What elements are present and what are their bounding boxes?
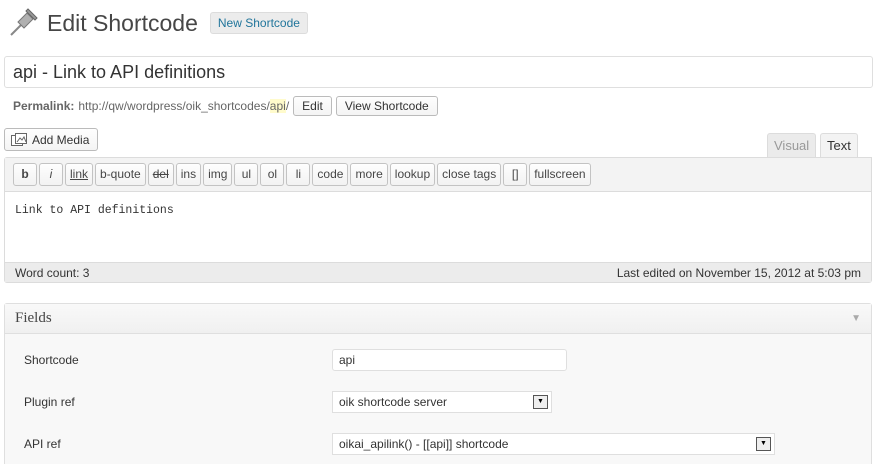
permalink-row: Permalink: http://qw/wordpress/oik_short…	[13, 95, 438, 117]
permalink-label: Permalink:	[13, 99, 75, 113]
new-shortcode-button[interactable]: New Shortcode	[209, 12, 308, 34]
add-media-button[interactable]: Add Media	[4, 128, 99, 151]
triangle-down-icon[interactable]: ▼	[851, 313, 861, 324]
shortcode-label: Shortcode	[24, 353, 79, 367]
ins-button[interactable]: ins	[175, 163, 202, 186]
tab-text[interactable]: Text	[820, 133, 858, 159]
api-ref-row: API ref oikai_apilink() - [[api]] shortc…	[24, 433, 775, 455]
editor-status-bar: Word count: 3 Last edited on November 15…	[5, 262, 871, 282]
permalink-base: http://qw/wordpress/oik_shortcodes/	[78, 99, 270, 113]
pushpin-icon	[6, 6, 40, 40]
permalink-url[interactable]: http://qw/wordpress/oik_shortcodes/api/	[78, 99, 289, 113]
code-button[interactable]: code	[312, 163, 349, 186]
media-icon	[11, 132, 27, 147]
lookup-button[interactable]: lookup	[389, 163, 436, 186]
plugin-ref-value: oik shortcode server	[339, 395, 448, 409]
permalink-trailing: /	[285, 99, 290, 113]
select-arrow-icon[interactable]: ▼	[533, 395, 548, 409]
edit-permalink-button[interactable]: Edit	[293, 96, 332, 116]
blockquote-button[interactable]: b-quote	[95, 163, 146, 186]
last-edited: Last edited on November 15, 2012 at 5:03…	[616, 265, 861, 280]
title-input[interactable]: api - Link to API definitions	[4, 56, 873, 88]
content-editor: b i link b-quote del ins img ul ol li co…	[4, 157, 872, 283]
link-button[interactable]: link	[65, 163, 94, 186]
shortcode-field-row: Shortcode api	[24, 349, 567, 371]
fullscreen-button[interactable]: fullscreen	[529, 163, 591, 186]
bold-button[interactable]: b	[13, 163, 37, 186]
shortcode-input[interactable]: api	[332, 349, 567, 371]
permalink-slug: api	[269, 99, 286, 113]
fields-metabox: Fields ▼ Shortcode api Plugin ref oik sh…	[4, 303, 872, 464]
shortcode-brackets-button[interactable]: []	[503, 163, 528, 186]
content-textarea[interactable]: Link to API definitions	[5, 192, 871, 262]
fields-box-title: Fields	[15, 310, 52, 326]
api-ref-label: API ref	[24, 437, 61, 451]
quicktags-toolbar: b i link b-quote del ins img ul ol li co…	[5, 158, 871, 192]
del-button[interactable]: del	[147, 163, 174, 186]
page-header: Edit Shortcode New Shortcode	[6, 6, 308, 40]
plugin-ref-label: Plugin ref	[24, 395, 75, 409]
ol-button[interactable]: ol	[260, 163, 285, 186]
close-tags-button[interactable]: close tags	[437, 163, 502, 186]
plugin-ref-row: Plugin ref oik shortcode server ▼	[24, 391, 552, 413]
img-button[interactable]: img	[203, 163, 233, 186]
page-title: Edit Shortcode	[47, 9, 198, 36]
more-button[interactable]: more	[350, 163, 388, 186]
ul-button[interactable]: ul	[234, 163, 259, 186]
li-button[interactable]: li	[286, 163, 311, 186]
view-shortcode-button[interactable]: View Shortcode	[335, 96, 438, 116]
word-count: Word count: 3	[15, 265, 90, 280]
api-ref-value: oikai_apilink() - [[api]] shortcode	[339, 437, 509, 451]
api-ref-select[interactable]: oikai_apilink() - [[api]] shortcode ▼	[332, 433, 775, 455]
tab-visual[interactable]: Visual	[767, 133, 817, 158]
select-arrow-icon[interactable]: ▼	[756, 437, 771, 451]
add-media-label: Add Media	[32, 132, 90, 147]
plugin-ref-select[interactable]: oik shortcode server ▼	[332, 391, 552, 413]
italic-button[interactable]: i	[39, 163, 63, 186]
fields-box-header[interactable]: Fields ▼	[5, 304, 871, 334]
